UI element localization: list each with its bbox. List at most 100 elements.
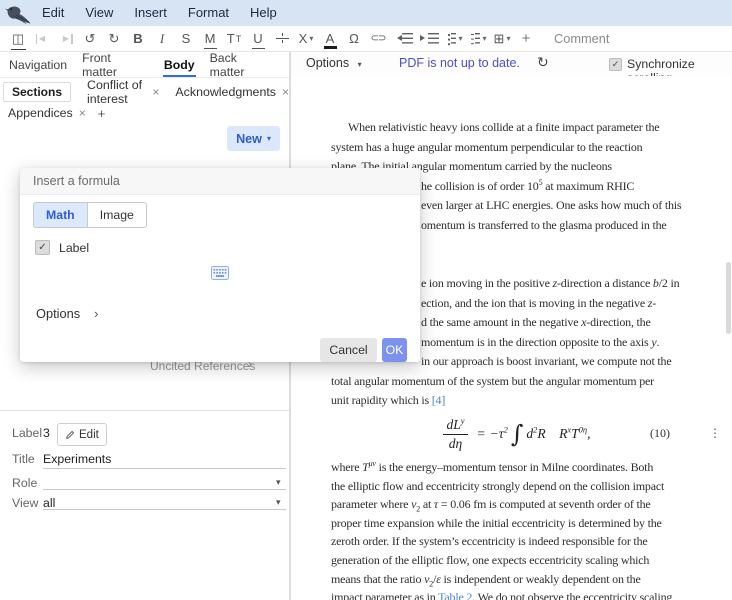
doc-line: unit rapidity which is [4] — [331, 391, 722, 411]
tab-body[interactable]: Body — [163, 54, 196, 76]
dialog-tabs: MathImage — [33, 202, 147, 228]
sections-row: Sections Conflict of interest×Acknowledg… — [0, 82, 289, 102]
role-select-underline — [43, 489, 286, 490]
comment-button[interactable]: Comment — [554, 31, 609, 46]
scrollbar-thumb[interactable] — [726, 262, 731, 334]
new-button[interactable]: New ▾ — [227, 126, 280, 151]
text-color-icon[interactable]: A — [322, 29, 339, 49]
equation-block[interactable]: dLy dη = −τ2 ∫ d2R⃗ RxT0η, (10) — [331, 412, 703, 456]
equation: dLy dη = −τ2 ∫ d2R⃗ RxT0η, — [443, 417, 590, 451]
menu-help[interactable]: Help — [250, 5, 277, 20]
skip-previous-icon[interactable]: ◀ — [34, 29, 51, 49]
chevron-down-icon[interactable]: ▾ — [309, 34, 313, 43]
doc-line: means that the ratio v2/ε is independent… — [331, 570, 722, 589]
bullet-list-icon[interactable]: ▾ — [446, 29, 463, 49]
strikethrough-icon[interactable]: S — [178, 29, 195, 49]
edit-label: Edit — [79, 429, 99, 441]
view-row: View all ▾ — [0, 493, 289, 515]
indent-icon[interactable] — [420, 29, 439, 49]
bold-icon[interactable]: B — [130, 29, 147, 49]
page-view-icon[interactable]: ◫ — [10, 29, 27, 49]
menu-format[interactable]: Format — [188, 5, 229, 20]
dialog-title: Insert a formula — [20, 168, 420, 195]
panel-tabs: NavigationFront matterBodyBack matter — [0, 52, 289, 78]
sections-row-2: Appendices × + — [8, 104, 289, 122]
citation-link[interactable]: [4] — [432, 393, 445, 407]
equation-menu-icon[interactable]: ⋮ — [709, 426, 721, 440]
label-checkbox-label: Label — [59, 241, 89, 255]
tab-math[interactable]: Math — [33, 202, 87, 228]
skip-next-icon[interactable]: ▶ — [58, 29, 75, 49]
fraction: dLy dη — [443, 417, 467, 451]
table-icon[interactable]: ⊞▾ — [494, 29, 511, 49]
menu-insert[interactable]: Insert — [134, 5, 167, 20]
underline-icon[interactable]: U — [250, 29, 267, 49]
doc-line: zeroth order. If the system’s eccentrici… — [331, 532, 722, 551]
chevron-down-icon[interactable]: ▾ — [506, 34, 510, 43]
virtual-keyboard-icon[interactable] — [211, 266, 229, 285]
pdf-toolbar: Options ▾ PDF is not up to date. ↻ ✓ Syn… — [291, 52, 732, 77]
doc-line: generation of the elliptic flow, one exp… — [331, 551, 722, 570]
integral-symbol: ∫ — [511, 422, 524, 446]
menu-view[interactable]: View — [85, 5, 113, 20]
small-caps-icon[interactable]: T — [226, 29, 243, 49]
close-icon[interactable]: × — [79, 106, 86, 120]
pdf-status-text[interactable]: PDF is not up to date. — [399, 56, 520, 70]
close-icon[interactable]: × — [282, 85, 289, 99]
refresh-icon[interactable]: ↻ — [537, 54, 549, 71]
numbered-list-icon[interactable]: ▾ — [470, 29, 487, 49]
add-section-button[interactable]: + — [98, 106, 106, 121]
sections-tab[interactable]: Sections — [3, 82, 71, 102]
cancel-button[interactable]: Cancel — [320, 338, 377, 362]
chevron-right-icon: › — [94, 306, 98, 321]
equation-number: (10) — [650, 426, 670, 441]
new-button-label: New — [236, 132, 262, 146]
outdent-icon[interactable] — [394, 29, 413, 49]
tab-navigation[interactable]: Navigation — [8, 54, 68, 76]
chip-label: Acknowledgments — [175, 85, 276, 99]
doc-line: system has a huge angular momentum perpe… — [331, 138, 722, 158]
close-icon[interactable]: × — [152, 85, 159, 99]
chevron-down-icon[interactable]: ▾ — [458, 34, 462, 43]
menu-edit[interactable]: Edit — [42, 5, 64, 20]
dialog-options-label: Options — [36, 306, 80, 321]
pdf-options-button[interactable]: Options ▾ — [306, 56, 362, 70]
link-icon[interactable]: ⊂⊃ — [370, 29, 387, 49]
section-chip-acknowledgments[interactable]: Acknowledgments × — [175, 85, 289, 99]
label-checkbox[interactable]: ✓ — [35, 240, 50, 255]
dialog-options-button[interactable]: Options › — [36, 306, 98, 321]
italic-icon[interactable]: I — [154, 29, 171, 49]
doc-line: total angular momentum of the system but… — [331, 372, 722, 392]
view-select[interactable]: all — [43, 496, 55, 510]
undo-icon[interactable]: ↺ — [82, 29, 99, 49]
chevron-down-icon[interactable]: ▾ — [482, 34, 486, 43]
doc-line: momentum is in the direction opposite to… — [421, 333, 722, 353]
horizontal-rule-icon[interactable] — [274, 29, 291, 49]
doc-line: in our approach is boost invariant, we c… — [421, 352, 722, 372]
move-icon[interactable]: + — [518, 29, 535, 49]
variable-icon[interactable]: X▾ — [298, 29, 315, 49]
bird-logo-icon[interactable] — [4, 1, 34, 25]
special-character-icon[interactable]: Ω — [346, 29, 363, 49]
chevron-down-icon: ▾ — [267, 134, 271, 143]
role-key: Role — [12, 476, 37, 490]
divider — [0, 410, 289, 411]
section-chip-conflict-of-interest[interactable]: Conflict of interest× — [87, 78, 159, 106]
chip-label: Appendices — [8, 106, 73, 120]
ok-button[interactable]: OK — [382, 338, 407, 362]
chevron-down-icon[interactable]: ▾ — [276, 477, 281, 488]
doc-line: he collision is of order 105 at maximum … — [421, 177, 722, 197]
title-input[interactable]: Experiments — [43, 452, 111, 466]
math-icon[interactable]: M — [202, 29, 219, 49]
redo-icon[interactable]: ↻ — [106, 29, 123, 49]
section-chip-appendices[interactable]: Appendices × — [8, 106, 86, 120]
tab-image[interactable]: Image — [87, 202, 147, 228]
chevron-down-icon[interactable]: ▾ — [276, 497, 281, 508]
app-window: Edit View Insert Format Help ◫ ◀ ▶ ↺ ↻ BISMTU X▾ AΩ… — [0, 0, 732, 600]
sync-scrolling-checkbox[interactable]: ✓ — [609, 58, 622, 71]
doc-line: the elliptic flow and eccentricity stron… — [331, 477, 722, 496]
doc-line: even larger at LHC energies. One asks ho… — [421, 196, 722, 216]
citation-link[interactable]: Table 2 — [438, 590, 472, 600]
doc-line: proper time expansion while the initial … — [331, 514, 722, 533]
edit-label-button[interactable]: Edit — [57, 423, 107, 446]
